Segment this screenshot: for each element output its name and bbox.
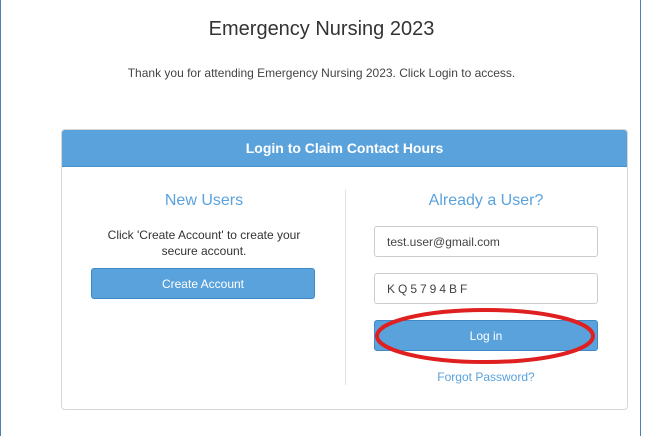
password-field[interactable]: KQ5794BF	[374, 273, 598, 304]
login-button[interactable]: Log in	[374, 320, 598, 351]
page-frame: Emergency Nursing 2023 Thank you for att…	[0, 0, 641, 436]
create-account-button[interactable]: Create Account	[91, 268, 315, 299]
page-title: Emergency Nursing 2023	[208, 18, 435, 40]
forgot-password-link[interactable]: Forgot Password?	[374, 370, 598, 384]
create-account-instructions: Click 'Create Account' to create your se…	[107, 228, 301, 258]
existing-user-heading: Already a User?	[428, 192, 544, 209]
email-field[interactable]: test.user@gmail.com	[374, 226, 598, 257]
login-panel: Login to Claim Contact Hours New Users C…	[61, 129, 628, 410]
column-divider	[345, 190, 346, 385]
new-users-heading: New Users	[164, 192, 244, 209]
page-subtitle: Thank you for attending Emergency Nursin…	[127, 66, 516, 80]
login-panel-header: Login to Claim Contact Hours	[62, 130, 627, 167]
